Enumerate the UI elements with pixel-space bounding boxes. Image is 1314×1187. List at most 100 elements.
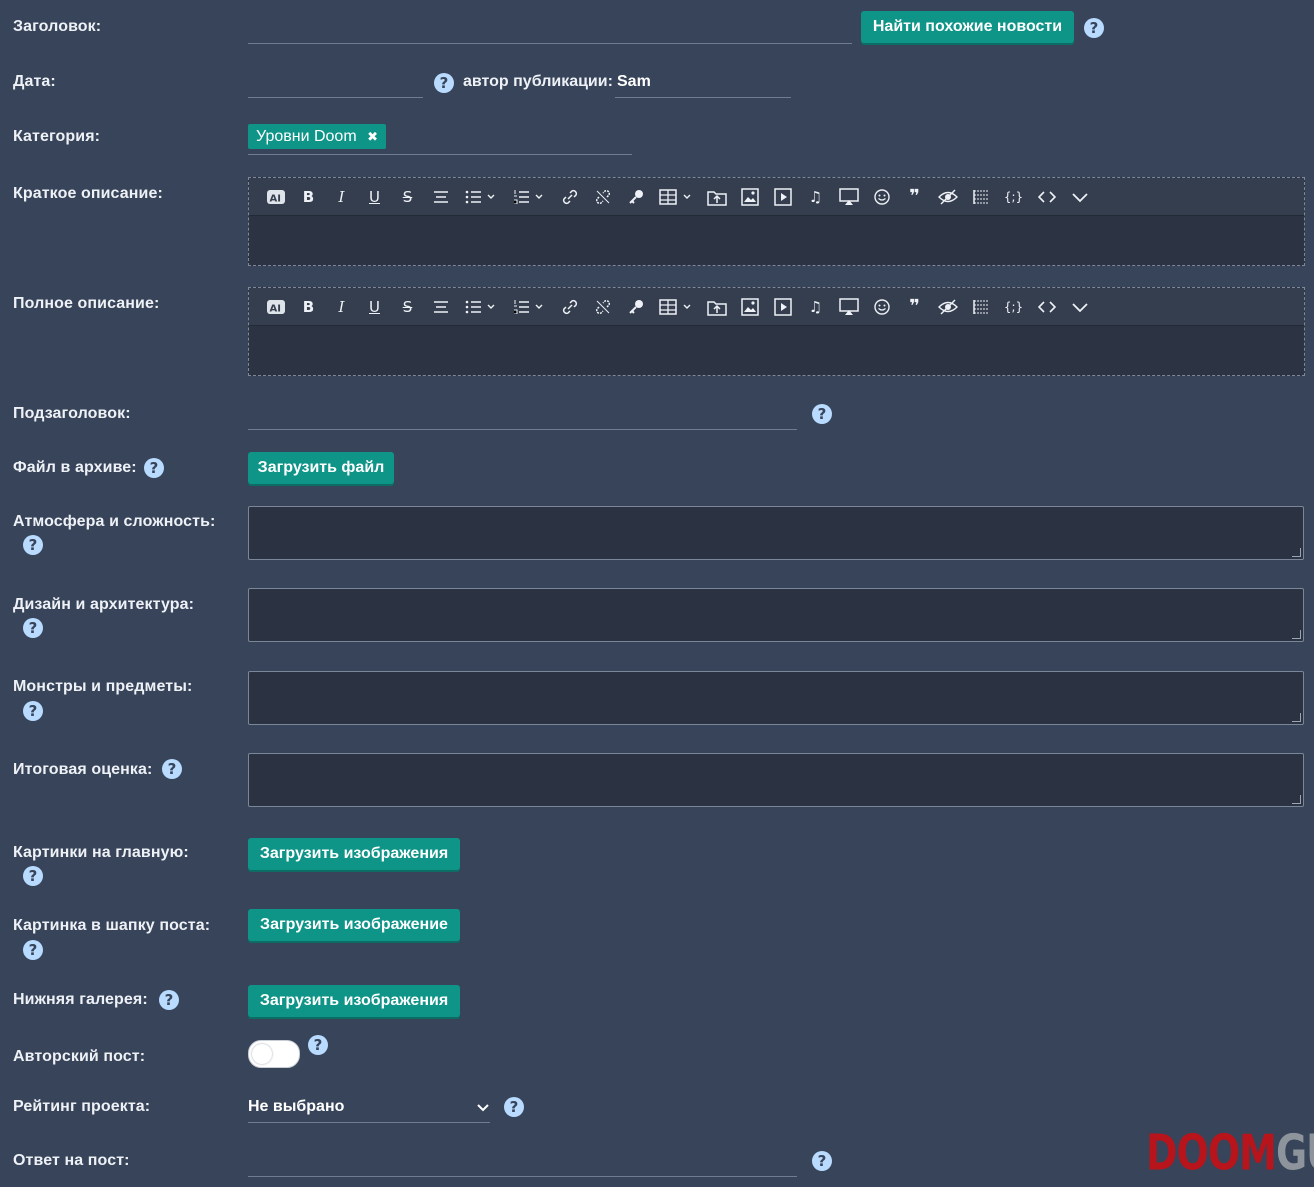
upload-header-image-button[interactable]: Загрузить изображение — [248, 909, 460, 941]
help-icon[interactable]: ? — [162, 759, 182, 779]
editor-toolbar: AI B I U S ♫ ❞ {;} — [249, 288, 1304, 326]
help-icon[interactable]: ? — [504, 1097, 524, 1117]
close-icon[interactable]: ✖ — [367, 130, 378, 145]
editor-toolbar: AI B I U S ♫ ❞ {;} — [249, 178, 1304, 216]
upload-icon[interactable] — [700, 185, 733, 209]
design-textarea[interactable] — [248, 588, 1304, 642]
upload-file-button[interactable]: Загрузить файл — [248, 452, 394, 484]
bold-icon[interactable]: B — [292, 295, 325, 319]
key-icon[interactable] — [619, 295, 652, 319]
key-icon[interactable] — [619, 185, 652, 209]
quote-icon[interactable]: ❞ — [898, 295, 931, 319]
video-icon[interactable] — [766, 295, 799, 319]
video-icon[interactable] — [766, 185, 799, 209]
upload-gallery-button[interactable]: Загрузить изображения — [248, 985, 460, 1017]
help-icon[interactable]: ? — [159, 990, 179, 1010]
help-icon[interactable]: ? — [308, 1035, 328, 1055]
help-icon[interactable]: ? — [23, 701, 43, 721]
upload-icon[interactable] — [700, 295, 733, 319]
upload-main-images-button[interactable]: Загрузить изображения — [248, 838, 460, 870]
category-tag-label: Уровни Doom — [256, 128, 357, 145]
reply-input[interactable] — [248, 1148, 797, 1177]
chevron-down-icon[interactable] — [476, 1100, 490, 1118]
subtitle-input[interactable] — [248, 401, 797, 430]
underline-icon[interactable]: U — [358, 295, 391, 319]
date-input[interactable] — [248, 69, 423, 98]
media-icon[interactable] — [832, 185, 865, 209]
source-code-icon[interactable] — [1030, 295, 1063, 319]
link-icon[interactable] — [553, 185, 586, 209]
bullet-list-icon[interactable] — [457, 185, 505, 209]
author-post-toggle[interactable] — [248, 1040, 300, 1068]
full-description-label: Полное описание: — [13, 295, 160, 312]
align-icon[interactable] — [424, 295, 457, 319]
category-label: Категория: — [13, 128, 101, 145]
code-braces-icon[interactable]: {;} — [997, 185, 1030, 209]
help-icon[interactable]: ? — [1084, 18, 1104, 38]
italic-icon[interactable]: I — [325, 295, 358, 319]
short-description-label: Краткое описание: — [13, 185, 163, 202]
gallery-label: Нижняя галерея: — [13, 991, 148, 1008]
category-tag: Уровни Doom ✖ — [248, 124, 386, 149]
page-break-icon[interactable] — [964, 295, 997, 319]
more-icon[interactable] — [1063, 185, 1096, 209]
short-description-editor[interactable]: AI B I U S ♫ ❞ {;} — [248, 177, 1305, 266]
unlink-icon[interactable] — [586, 295, 619, 319]
bold-icon[interactable]: B — [292, 185, 325, 209]
bullet-list-icon[interactable] — [457, 295, 505, 319]
numbered-list-icon[interactable] — [505, 295, 553, 319]
find-similar-news-button[interactable]: Найти похожие новости — [861, 11, 1074, 43]
code-braces-icon[interactable]: {;} — [997, 295, 1030, 319]
monsters-label: Монстры и предметы: — [13, 678, 193, 695]
source-code-icon[interactable] — [1030, 185, 1063, 209]
resize-handle[interactable] — [1292, 795, 1301, 804]
resize-handle[interactable] — [1292, 630, 1301, 639]
rating-selected-value: Не выбрано — [248, 1098, 345, 1115]
table-icon[interactable] — [652, 185, 700, 209]
help-icon[interactable]: ? — [434, 73, 454, 93]
help-icon[interactable]: ? — [144, 458, 164, 478]
quote-icon[interactable]: ❞ — [898, 185, 931, 209]
underline-icon[interactable]: U — [358, 185, 391, 209]
rating-label: Рейтинг проекта: — [13, 1098, 151, 1115]
monsters-textarea[interactable] — [248, 671, 1304, 725]
atmosphere-textarea[interactable] — [248, 506, 1304, 560]
help-icon[interactable]: ? — [23, 940, 43, 960]
resize-handle[interactable] — [1292, 713, 1301, 722]
logo-part-doom: DOOM — [1146, 1124, 1277, 1182]
image-icon[interactable] — [733, 185, 766, 209]
audio-icon[interactable]: ♫ — [799, 185, 832, 209]
numbered-list-icon[interactable] — [505, 185, 553, 209]
align-icon[interactable] — [424, 185, 457, 209]
full-description-editor[interactable]: AI B I U S ♫ ❞ {;} — [248, 287, 1305, 376]
image-icon[interactable] — [733, 295, 766, 319]
strikethrough-icon[interactable]: S — [391, 185, 424, 209]
subtitle-label: Подзаголовок: — [13, 405, 131, 422]
more-icon[interactable] — [1063, 295, 1096, 319]
help-icon[interactable]: ? — [23, 618, 43, 638]
resize-handle[interactable] — [1292, 548, 1301, 557]
media-icon[interactable] — [832, 295, 865, 319]
hide-icon[interactable] — [931, 185, 964, 209]
title-input[interactable] — [248, 15, 852, 44]
audio-icon[interactable]: ♫ — [799, 295, 832, 319]
doomguy-logo: DOOMGUY — [1146, 1124, 1314, 1181]
ai-icon[interactable]: AI — [259, 185, 292, 209]
ai-icon[interactable]: AI — [259, 295, 292, 319]
archive-file-label: Файл в архиве: — [13, 459, 137, 476]
unlink-icon[interactable] — [586, 185, 619, 209]
help-icon[interactable]: ? — [812, 1151, 832, 1171]
page-break-icon[interactable] — [964, 185, 997, 209]
emoji-icon[interactable] — [865, 295, 898, 319]
emoji-icon[interactable] — [865, 185, 898, 209]
author-post-label: Авторский пост: — [13, 1048, 146, 1065]
link-icon[interactable] — [553, 295, 586, 319]
final-score-textarea[interactable] — [248, 753, 1304, 807]
hide-icon[interactable] — [931, 295, 964, 319]
strikethrough-icon[interactable]: S — [391, 295, 424, 319]
help-icon[interactable]: ? — [812, 404, 832, 424]
help-icon[interactable]: ? — [23, 535, 43, 555]
help-icon[interactable]: ? — [23, 866, 43, 886]
table-icon[interactable] — [652, 295, 700, 319]
italic-icon[interactable]: I — [325, 185, 358, 209]
